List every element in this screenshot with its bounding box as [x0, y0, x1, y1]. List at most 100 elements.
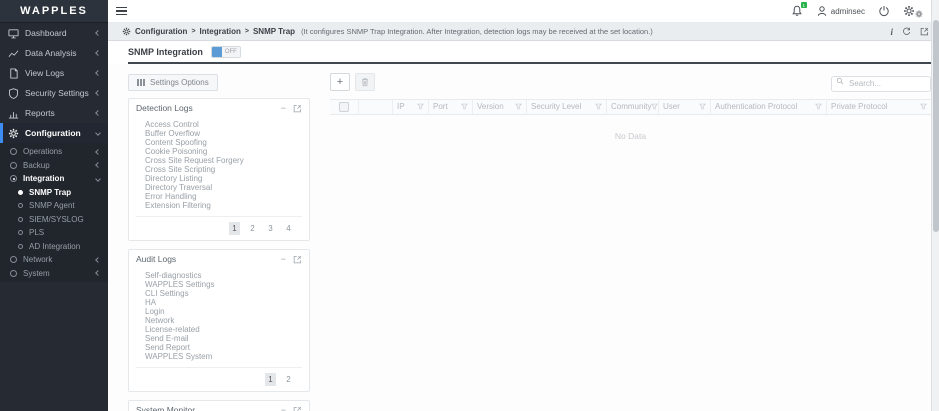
document-icon [8, 68, 19, 79]
column-header[interactable]: Private Protocol [826, 100, 931, 114]
column-header[interactable]: Authentication Protocol [710, 100, 826, 114]
column-header[interactable]: Port [428, 100, 472, 114]
column-header-label: Private Protocol [831, 102, 887, 111]
settings-panel: Detection Logs − Access ControlBuffer Ov… [128, 98, 310, 241]
filter-funnel-icon[interactable] [515, 103, 522, 110]
panel-pagination: 12 [136, 367, 302, 391]
breadcrumb-item[interactable]: Integration [200, 27, 241, 36]
sidebar-subitem-label: System [23, 269, 50, 278]
filter-funnel-icon[interactable] [417, 103, 424, 110]
filter-funnel-icon[interactable] [920, 103, 927, 110]
page-button[interactable]: 2 [283, 373, 294, 386]
sidebar-subitem[interactable]: Integration [0, 172, 108, 186]
sidebar-item[interactable]: Dashboard [0, 23, 108, 43]
page-button[interactable]: 1 [265, 373, 276, 386]
sidebar-subitem[interactable]: AD Integration [0, 240, 108, 254]
hamburger-menu-icon[interactable] [116, 5, 127, 18]
bullet-icon [18, 190, 23, 195]
chevron-icon [95, 176, 101, 182]
sidebar-item[interactable]: Data Analysis [0, 43, 108, 63]
add-row-button[interactable]: + [330, 73, 350, 91]
panel-item: HA [145, 298, 302, 307]
breadcrumb-description: (It configures SNMP Trap Integration. Af… [301, 27, 653, 36]
main-area: 1 adminsec Configuration > Integrat [108, 0, 939, 411]
user-menu[interactable]: adminsec [816, 5, 865, 17]
sidebar-item[interactable]: Reports [0, 103, 108, 123]
sidebar-subitem[interactable]: Network [0, 253, 108, 267]
filter-funnel-icon[interactable] [699, 103, 706, 110]
filter-funnel-icon[interactable] [815, 103, 822, 110]
breadcrumb-item[interactable]: SNMP Trap [253, 27, 295, 36]
page-header: SNMP Integration OFF [108, 41, 939, 62]
sidebar-item[interactable]: Configuration [0, 123, 108, 143]
panel-item: Directory Traversal [145, 183, 302, 192]
panel-item: Directory Listing [145, 174, 302, 183]
scrollbar-thumb[interactable] [933, 20, 939, 232]
logout-button[interactable] [878, 5, 890, 17]
snmp-integration-toggle[interactable]: OFF [211, 46, 241, 58]
topbar: 1 adminsec [108, 0, 939, 23]
gears-icon [903, 5, 915, 17]
sidebar-subitem[interactable]: SNMP Agent [0, 199, 108, 213]
column-header[interactable]: Security Level [526, 100, 606, 114]
vertical-scrollbar[interactable] [931, 0, 939, 411]
trash-icon [360, 77, 370, 87]
settings-options-label: Settings Options [150, 78, 209, 87]
gear-icon [8, 128, 19, 139]
panel-title: Detection Logs [136, 103, 193, 113]
filter-funnel-icon[interactable] [461, 103, 468, 110]
delete-row-button[interactable] [355, 73, 375, 91]
sidebar-item[interactable]: View Logs [0, 63, 108, 83]
collapse-icon[interactable]: − [281, 104, 286, 112]
sidebar-item[interactable]: Security Settings [0, 83, 108, 103]
sidebar-subnav: Operations Backup Integration [0, 143, 108, 282]
page-button[interactable]: 1 [229, 222, 240, 235]
panel-item: CLI Settings [145, 289, 302, 298]
notification-badge: 1 [801, 2, 807, 8]
bullet-icon [10, 175, 17, 182]
sidebar-nav: Dashboard Data Analysis View Logs [0, 23, 108, 143]
collapse-icon[interactable]: − [281, 406, 286, 411]
settings-button[interactable] [903, 5, 923, 18]
search-input[interactable] [831, 76, 931, 92]
panel-header: Detection Logs − [129, 99, 309, 117]
edit-icon[interactable] [293, 104, 302, 113]
sidebar-subitem-label: SNMP Agent [29, 201, 75, 210]
sidebar-subitem[interactable]: SIEM/SYSLOG [0, 213, 108, 227]
bullet-icon [10, 162, 17, 169]
edit-icon[interactable] [293, 255, 302, 264]
chevron-icon [95, 30, 101, 36]
page-button[interactable]: 4 [283, 222, 294, 235]
column-header[interactable]: Version [472, 100, 526, 114]
sidebar-item-label: Dashboard [25, 28, 67, 38]
info-icon[interactable]: i [890, 27, 893, 37]
refresh-icon[interactable] [902, 27, 911, 36]
edit-window-icon[interactable] [920, 27, 929, 36]
settings-column: Settings Options Detection Logs − Access… [128, 73, 310, 411]
filter-funnel-icon[interactable] [595, 103, 602, 110]
column-header[interactable]: User [658, 100, 710, 114]
sidebar-subitem[interactable]: Backup [0, 159, 108, 173]
page-button[interactable]: 3 [265, 222, 276, 235]
sidebar-subitem[interactable]: Operations [0, 145, 108, 159]
column-header-label: IP [397, 102, 405, 111]
bullet-icon [10, 270, 17, 277]
page-button[interactable]: 2 [247, 222, 258, 235]
breadcrumb-item[interactable]: Configuration [135, 27, 187, 36]
select-all-checkbox[interactable] [339, 102, 349, 112]
sidebar-subitem[interactable]: PLS [0, 226, 108, 240]
settings-options-button[interactable]: Settings Options [128, 74, 218, 91]
sidebar-subitem[interactable]: SNMP Trap [0, 186, 108, 200]
settings-panels: Detection Logs − Access ControlBuffer Ov… [128, 98, 310, 411]
breadcrumb-separator: > [245, 28, 249, 35]
column-header-label: Security Level [531, 102, 581, 111]
column-header[interactable]: IP [392, 100, 428, 114]
panel-title: Audit Logs [136, 254, 176, 264]
edit-icon[interactable] [293, 406, 302, 411]
collapse-icon[interactable]: − [281, 255, 286, 263]
notifications-button[interactable]: 1 [791, 5, 803, 17]
sidebar-subitem[interactable]: System [0, 267, 108, 281]
panel-item: Send Report [145, 343, 302, 352]
chevron-icon [95, 50, 101, 56]
column-header[interactable]: Community [606, 100, 658, 114]
